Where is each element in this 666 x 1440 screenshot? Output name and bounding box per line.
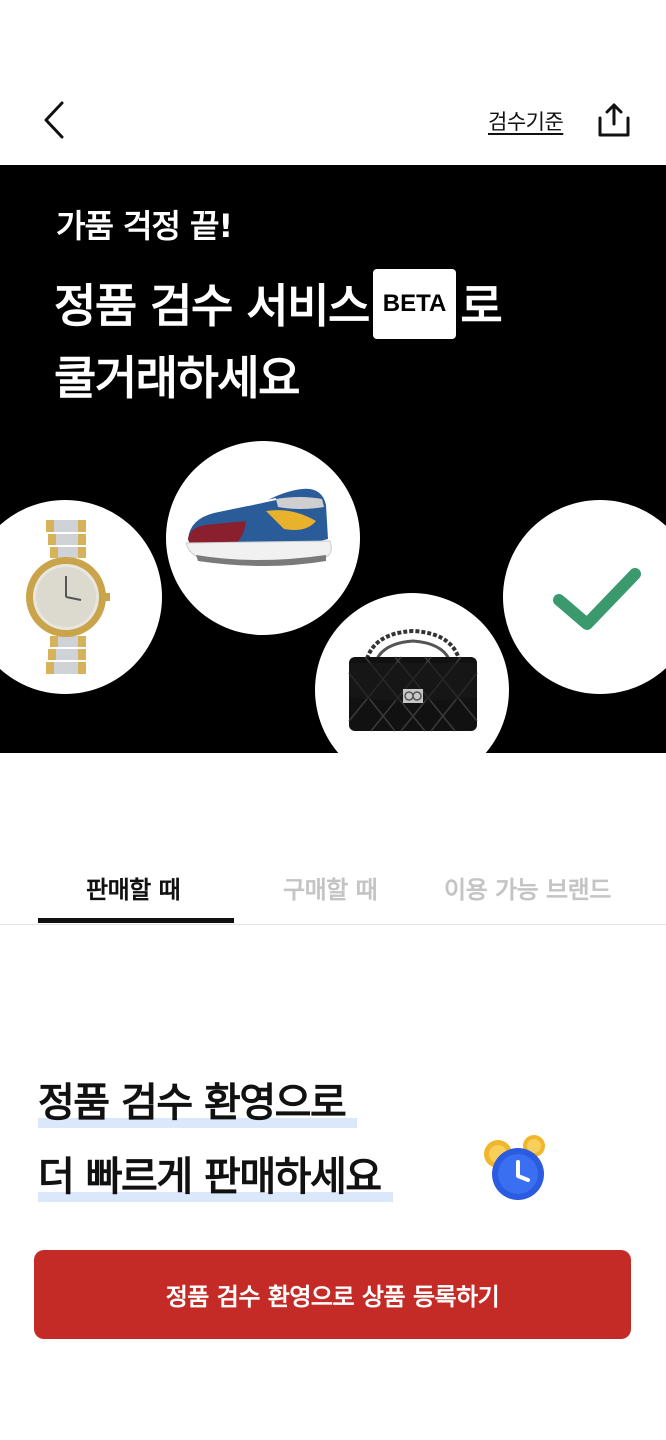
top-bar: 검수기준 (0, 0, 666, 165)
tab-active-indicator (38, 918, 234, 923)
handbag-icon (348, 628, 478, 732)
share-button[interactable] (592, 98, 636, 142)
watch-icon (26, 520, 110, 674)
sneaker-image (166, 441, 360, 635)
back-button[interactable] (34, 96, 74, 144)
headline-line2: 더 빠르게 판매하세요 (38, 1154, 382, 1200)
hero-title: 정품 검수 서비스 BETA 로 쿨거래하세요 (54, 268, 503, 411)
register-product-button[interactable]: 정품 검수 환영으로 상품 등록하기 (34, 1250, 631, 1339)
tab-available-brands[interactable]: 이용 가능 브랜드 (444, 870, 611, 905)
tab-selling[interactable]: 판매할 때 (86, 870, 181, 905)
hero-title-part2: 로 (460, 279, 502, 333)
sneaker-icon (185, 488, 332, 566)
hero-banner: 가품 걱정 끝! 정품 검수 서비스 BETA 로 쿨거래하세요 (0, 165, 666, 753)
inspection-criteria-link[interactable]: 검수기준 (488, 106, 564, 136)
tab-buying[interactable]: 구매할 때 (283, 870, 378, 905)
headline-line1-wrap: 정품 검수 환영으로 (38, 1066, 358, 1140)
share-icon (598, 103, 630, 137)
hero-title-part1: 정품 검수 서비스 (54, 279, 370, 333)
headline-line2-wrap: 더 빠르게 판매하세요 (38, 1140, 393, 1214)
check-image (503, 500, 666, 694)
chevron-left-icon (44, 101, 64, 139)
checkmark-icon (553, 568, 641, 630)
tab-bar: 판매할 때 구매할 때 이용 가능 브랜드 (0, 852, 666, 925)
content-headline: 정품 검수 환영으로 더 빠르게 판매하세요 (38, 1066, 393, 1214)
headline-line1: 정품 검수 환영으로 (38, 1080, 347, 1126)
alarm-clock-icon (482, 1134, 552, 1204)
handbag-image (315, 593, 509, 753)
hero-subtitle: 가품 걱정 끝! (56, 207, 233, 245)
watch-image (0, 500, 162, 694)
hero-title-line2: 쿨거래하세요 (54, 350, 300, 405)
beta-badge: BETA (372, 268, 457, 339)
